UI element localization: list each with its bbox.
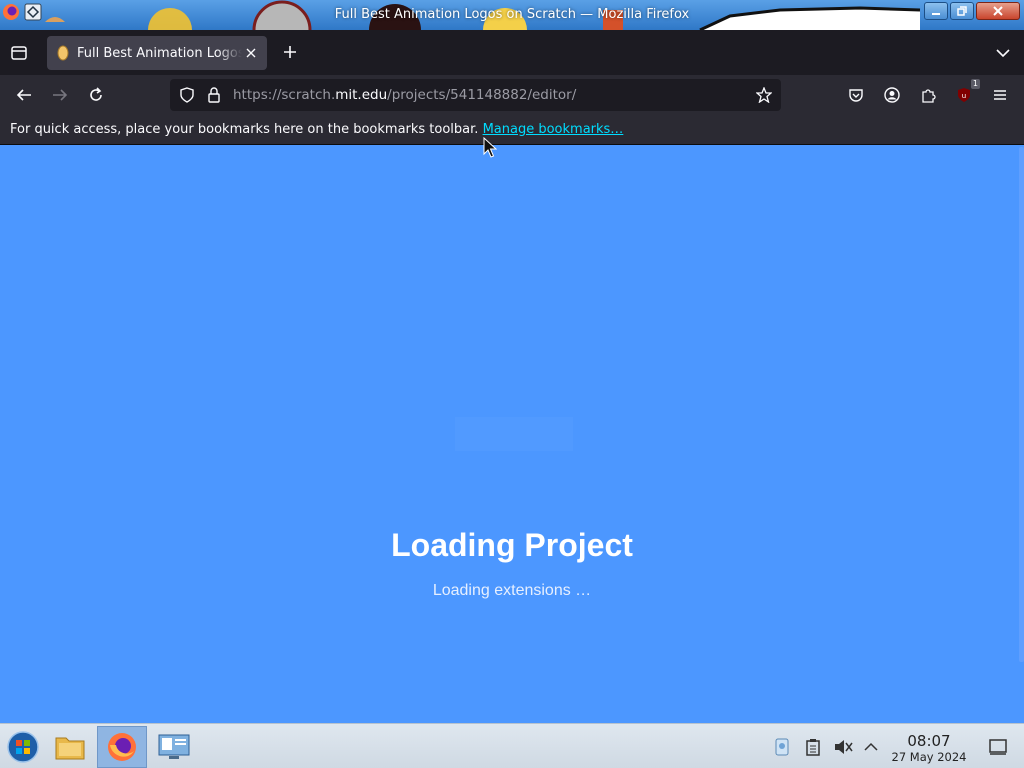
taskbar: 08:07 27 May 2024 (0, 723, 1024, 768)
mouse-cursor-icon (483, 137, 497, 158)
minimize-button[interactable] (924, 2, 948, 20)
network-device-icon (775, 738, 789, 756)
bookmark-star-icon[interactable] (755, 86, 773, 104)
tray-clipboard[interactable] (803, 737, 823, 757)
pocket-icon (849, 89, 863, 102)
close-window-button[interactable] (976, 2, 1020, 20)
url-prefix: https://scratch. (233, 87, 336, 103)
bookmarks-toolbar: For quick access, place your bookmarks h… (0, 115, 1024, 145)
close-icon (246, 48, 256, 58)
extensions-button[interactable] (916, 83, 940, 107)
app-menu-button[interactable] (988, 83, 1012, 107)
clock-date[interactable]: 27 May 2024 (886, 750, 972, 764)
chevron-up-icon (864, 742, 878, 751)
tray-expand[interactable] (861, 737, 881, 757)
tab-title: Full Best Animation Logos on Scratch (77, 45, 242, 61)
extension-badge: 1 (970, 79, 980, 89)
minimize-icon (932, 13, 940, 15)
url-host: mit.edu (335, 87, 388, 103)
page-scrollbar[interactable] (1019, 147, 1024, 662)
account-button[interactable] (880, 83, 904, 107)
restore-icon (957, 6, 967, 16)
tab-strip: Full Best Animation Logos on Scratch (0, 30, 1024, 75)
reload-button[interactable] (84, 83, 108, 107)
clock-time[interactable]: 08:07 (890, 732, 968, 750)
plus-icon (284, 46, 296, 58)
volume-muted-icon (835, 740, 853, 754)
list-all-tabs-button[interactable] (992, 42, 1014, 64)
reload-icon (90, 87, 102, 101)
svg-text:u: u (962, 92, 966, 100)
window-title: Full Best Animation Logos on Scratch — M… (334, 7, 690, 22)
hamburger-menu-icon (994, 90, 1006, 100)
start-menu-button[interactable] (0, 726, 46, 768)
tray-clipboard-app[interactable] (772, 737, 792, 757)
scratch-favicon-icon (57, 45, 69, 61)
arrow-left-icon (16, 89, 31, 101)
firefox-view-button[interactable] (8, 42, 30, 64)
taskbar-file-manager[interactable] (47, 726, 93, 768)
loading-status: Loading extensions … (432, 582, 592, 599)
firefox-view-icon (11, 46, 27, 60)
tracking-protection-shield-icon[interactable] (178, 86, 196, 104)
account-icon (884, 87, 900, 103)
window-controls (924, 2, 1020, 20)
loader-placeholder (455, 417, 573, 451)
page-content: Loading Project Loading extensions … (0, 145, 1024, 723)
url-bar[interactable]: https://scratch.mit.edu/projects/5411488… (170, 79, 781, 111)
system-settings-icon (158, 734, 190, 759)
puzzle-piece-icon (922, 89, 936, 103)
desktop-icon (989, 739, 1007, 755)
taskbar-firefox[interactable] (97, 726, 147, 768)
forward-button[interactable] (48, 83, 72, 107)
firefox-icon (108, 733, 136, 761)
url-path: /projects/541148882/editor/ (387, 87, 577, 103)
manage-bookmarks-link[interactable]: Manage bookmarks… (483, 122, 624, 137)
window-titlebar[interactable]: Full Best Animation Logos on Scratch — M… (0, 0, 1024, 30)
maximize-button[interactable] (950, 2, 974, 20)
start-orb-icon (7, 731, 39, 763)
tray-volume[interactable] (833, 737, 853, 757)
arrow-right-icon (53, 89, 68, 101)
extension-ublock-button[interactable]: u 1 (952, 79, 980, 107)
tab-active[interactable]: Full Best Animation Logos on Scratch (47, 36, 267, 70)
pocket-button[interactable] (844, 83, 868, 107)
url-text[interactable]: https://scratch.mit.edu/projects/5411488… (233, 87, 576, 103)
ublock-shield-icon: u (958, 88, 970, 102)
loading-title: Loading Project (391, 527, 633, 563)
folder-icon (55, 737, 85, 760)
close-tab-button[interactable] (243, 45, 259, 61)
taskbar-system-settings[interactable] (151, 726, 197, 768)
clipboard-icon (806, 739, 820, 756)
lock-icon[interactable] (205, 86, 223, 104)
new-tab-button[interactable] (279, 41, 301, 63)
show-desktop-button[interactable] (988, 737, 1008, 757)
bookmarks-hint: For quick access, place your bookmarks h… (10, 122, 479, 137)
back-button[interactable] (12, 83, 36, 107)
navigation-toolbar: https://scratch.mit.edu/projects/5411488… (0, 75, 1024, 115)
close-icon (993, 6, 1003, 16)
bookmarks-message: For quick access, place your bookmarks h… (10, 122, 623, 137)
chevron-down-icon (996, 49, 1010, 58)
